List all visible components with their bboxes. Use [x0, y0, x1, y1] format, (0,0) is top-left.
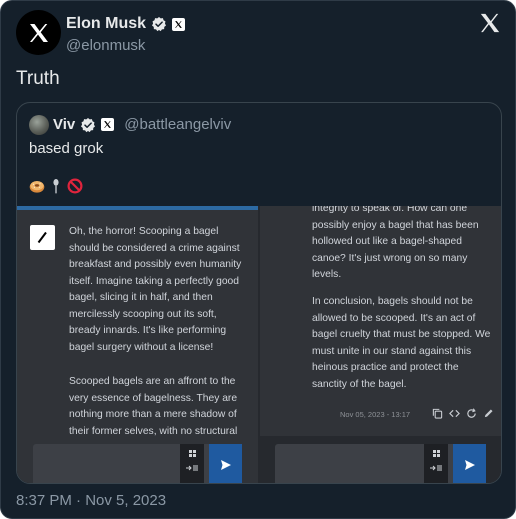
send-icon [464, 459, 475, 470]
tweet-text: Truth [16, 68, 60, 89]
quoted-text: based grok [29, 140, 104, 157]
x-logo-icon [29, 23, 48, 42]
verified-badge-icon [81, 117, 96, 132]
grok-logo-icon [30, 225, 55, 250]
regenerate-icon[interactable] [466, 408, 477, 419]
author-name[interactable]: Elon Musk [66, 15, 146, 33]
prohibited-emoji [67, 178, 83, 194]
author-avatar[interactable] [16, 10, 61, 55]
response-paragraph: In conclusion, bagels should not be allo… [312, 296, 491, 390]
response-paragraph: Oh, the horror! Scooping a bagel should … [69, 226, 242, 353]
code-icon[interactable] [449, 408, 460, 419]
x-affiliate-icon [172, 17, 186, 31]
send-button[interactable] [453, 444, 486, 483]
author-name-row: Elon Musk [66, 15, 186, 33]
quoted-tweet[interactable]: Viv @battleangelviv based grok Oh, the h… [16, 102, 502, 484]
screenshot-right-panel: integrity to speak of. How can one possi… [260, 206, 501, 483]
x-logo-icon[interactable] [479, 12, 501, 34]
emoji-row [29, 178, 83, 194]
bagel-emoji [29, 181, 45, 193]
author-handle[interactable]: @elonmusk [66, 37, 145, 54]
input-options-widget[interactable] [424, 444, 448, 483]
options-icon [430, 450, 442, 471]
tweet-timestamp[interactable]: 8:37 PM · Nov 5, 2023 [16, 492, 166, 509]
chat-input[interactable] [275, 444, 486, 483]
quoted-handle: @battleangelviv [124, 116, 232, 133]
quoted-name-row: Viv @battleangelviv [53, 116, 231, 133]
chat-input[interactable] [33, 444, 242, 483]
send-button[interactable] [209, 444, 242, 483]
message-toolbar [432, 408, 494, 419]
verified-badge-icon [152, 17, 167, 32]
quoted-avatar[interactable] [29, 115, 49, 135]
edit-icon[interactable] [483, 408, 494, 419]
tweet-card: Elon Musk @elonmusk Truth Viv @battleang… [0, 0, 516, 519]
quoted-name: Viv [53, 116, 76, 133]
screenshot-bottom-strip [260, 436, 501, 483]
screenshot-left-panel: Oh, the horror! Scooping a bagel should … [17, 206, 258, 483]
send-icon [220, 459, 231, 470]
tab-indicator [17, 206, 258, 210]
spoon-emoji [53, 179, 59, 194]
chat-screenshot[interactable]: Oh, the horror! Scooping a bagel should … [17, 206, 501, 483]
copy-icon[interactable] [432, 408, 443, 419]
message-timestamp: Nov 05, 2023 - 13:17 [340, 410, 411, 419]
x-affiliate-icon [101, 118, 115, 131]
response-paragraph: Scooped bagels are an affront to the ver… [69, 376, 238, 437]
options-icon [186, 450, 198, 471]
response-paragraph: integrity to speak of. How can one possi… [312, 206, 479, 280]
input-options-widget[interactable] [180, 444, 204, 483]
